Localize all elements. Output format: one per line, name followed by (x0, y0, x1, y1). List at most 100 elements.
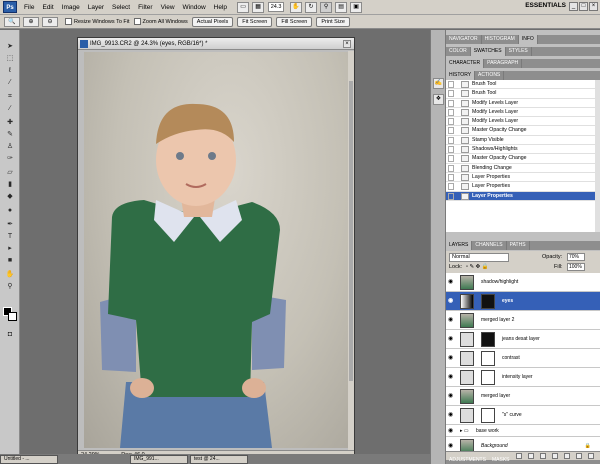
layer-row[interactable]: ◉ shadow/highlight (446, 273, 600, 292)
eye-icon[interactable]: ◉ (448, 317, 455, 323)
tab-masks[interactable]: MASKS (492, 457, 510, 463)
workspace-switcher[interactable]: ESSENTIALS (525, 2, 566, 9)
folder-icon[interactable]: ▸ ▭ (460, 425, 469, 437)
layer-mask-thumbnail[interactable] (481, 370, 495, 385)
eraser-icon[interactable]: ▱ (3, 168, 17, 178)
layer-name[interactable]: intensity layer (502, 368, 533, 387)
magic-wand-icon[interactable]: ⁄ (3, 78, 17, 88)
history-step[interactable]: Layer Properties (446, 173, 600, 183)
fill-screen-button[interactable]: Fill Screen (276, 16, 313, 27)
eye-icon[interactable]: ◉ (448, 336, 455, 342)
blur-icon[interactable]: ◆ (3, 192, 17, 202)
layer-row[interactable]: ◉ intensity layer (446, 368, 600, 387)
history-step[interactable]: Shadows/Highlights (446, 145, 600, 155)
eyedropper-icon[interactable]: ∕ (3, 104, 17, 114)
dodge-icon[interactable]: ● (3, 206, 17, 216)
group-name[interactable]: base work (476, 425, 499, 437)
tab-navigator[interactable]: NAVIGATOR (446, 35, 482, 44)
opacity-field[interactable]: 70% (567, 253, 585, 261)
type-icon[interactable]: T (3, 232, 17, 242)
document-tab[interactable]: IMG_9913.CR2 @ 24.3% (eyes, RGB/16*) * × (78, 38, 354, 50)
minimize-icon[interactable]: _ (569, 2, 578, 11)
arrange-documents-icon[interactable]: ▤ (335, 1, 348, 13)
eye-icon[interactable]: ◉ (448, 443, 455, 449)
layer-name[interactable]: shadow/highlight (481, 273, 518, 292)
bridge-icon[interactable]: ▭ (237, 1, 250, 13)
layer-row-selected[interactable]: ◉ eyes (446, 292, 600, 311)
checkbox-box[interactable] (133, 18, 141, 25)
eye-icon[interactable]: ◉ (448, 355, 455, 361)
layer-mask-thumbnail[interactable] (481, 332, 495, 347)
history-step[interactable]: Modify Levels Layer (446, 108, 600, 118)
menu-select[interactable]: Select (108, 4, 134, 11)
layer-name[interactable]: Background (481, 437, 508, 451)
fx-icon[interactable] (528, 453, 534, 459)
new-layer-icon[interactable] (576, 453, 582, 459)
zoom-icon[interactable]: ⚲ (3, 282, 17, 292)
clone-stamp-icon[interactable]: ♙ (3, 142, 17, 152)
menu-image[interactable]: Image (58, 4, 84, 11)
minibridge-icon[interactable]: ▦ (252, 1, 265, 13)
checkbox-box[interactable] (65, 18, 72, 25)
gradient-icon[interactable]: ▮ (3, 180, 17, 190)
taskbar-item[interactable]: Untitled - ... (0, 455, 58, 464)
eye-icon[interactable]: ◉ (448, 428, 455, 434)
zoom-level-field[interactable]: 24.3 (268, 2, 285, 12)
menu-view[interactable]: View (157, 4, 179, 11)
actual-pixels-button[interactable]: Actual Pixels (191, 16, 234, 27)
layer-row[interactable]: ◉ jeans desat layer (446, 330, 600, 349)
eye-icon[interactable]: ◉ (448, 412, 455, 418)
eye-icon[interactable]: ◉ (448, 298, 455, 304)
taskbar-item[interactable]: test @ 24... (190, 455, 248, 464)
menu-window[interactable]: Window (179, 4, 210, 11)
history-step[interactable]: Layer Properties (446, 182, 600, 192)
hand-icon[interactable]: ✋ (3, 270, 17, 280)
zoom-in-icon[interactable]: ⊕ (23, 16, 39, 27)
add-mask-icon[interactable] (540, 453, 546, 459)
tab-styles[interactable]: STYLES (506, 47, 532, 56)
photo-canvas[interactable] (84, 52, 350, 448)
layer-name[interactable]: merged layer 2 (481, 311, 514, 330)
link-layers-icon[interactable] (516, 453, 522, 459)
taskbar-item[interactable]: IMG_991... (130, 455, 188, 464)
eye-icon[interactable]: ◉ (448, 374, 455, 380)
hand-icon[interactable]: ✋ (290, 1, 303, 13)
vertical-scrollbar[interactable] (348, 51, 354, 450)
pen-icon[interactable]: ✒ (3, 220, 17, 230)
history-step[interactable]: Modify Levels Layer (446, 117, 600, 127)
fit-screen-button[interactable]: Fit Screen (237, 16, 273, 27)
menu-layer[interactable]: Layer (84, 4, 108, 11)
color-swatches[interactable] (3, 307, 17, 321)
tab-actions[interactable]: ACTIONS (475, 71, 505, 80)
history-step[interactable]: Brush Tool (446, 80, 600, 90)
history-step[interactable]: Master Opacity Change (446, 126, 600, 136)
quick-mask-icon[interactable]: ◘ (3, 330, 17, 340)
tool-preset-picker[interactable]: 🔍 (4, 16, 20, 27)
menu-filter[interactable]: Filter (134, 4, 156, 11)
brush-icon[interactable]: ✎ (3, 130, 17, 140)
layer-row[interactable]: ◉ merged layer 2 (446, 311, 600, 330)
maximize-icon[interactable]: □ (579, 2, 588, 11)
move-icon[interactable]: ➤ (3, 42, 17, 52)
marquee-icon[interactable]: ⬚ (3, 54, 17, 64)
scroll-thumb[interactable] (349, 81, 353, 381)
layer-row[interactable]: ◉ Background 🔒 (446, 437, 600, 451)
layer-mask-thumbnail[interactable] (481, 351, 495, 366)
tab-channels[interactable]: CHANNELS (472, 241, 507, 250)
blend-mode-select[interactable]: Normal (449, 253, 509, 262)
menu-edit[interactable]: Edit (38, 4, 57, 11)
layer-name[interactable]: jeans desat layer (502, 330, 540, 349)
history-scrollbar[interactable] (595, 80, 600, 232)
menu-help[interactable]: Help (210, 4, 231, 11)
history-step[interactable]: Brush Tool (446, 89, 600, 99)
tab-swatches[interactable]: SWATCHES (470, 47, 506, 56)
eye-icon[interactable]: ◉ (448, 279, 455, 285)
tab-adjustments[interactable]: ADJUSTMENTS (449, 457, 486, 463)
resize-windows-checkbox[interactable]: Resize Windows To Fit (65, 18, 130, 25)
path-select-icon[interactable]: ▸ (3, 244, 17, 254)
layer-name[interactable]: eyes (502, 292, 513, 311)
tab-info[interactable]: INFO (518, 35, 538, 44)
history-step[interactable]: Blending Change (446, 164, 600, 173)
history-step-current[interactable]: Layer Properties (446, 191, 600, 201)
new-adjustment-icon[interactable] (552, 453, 558, 459)
